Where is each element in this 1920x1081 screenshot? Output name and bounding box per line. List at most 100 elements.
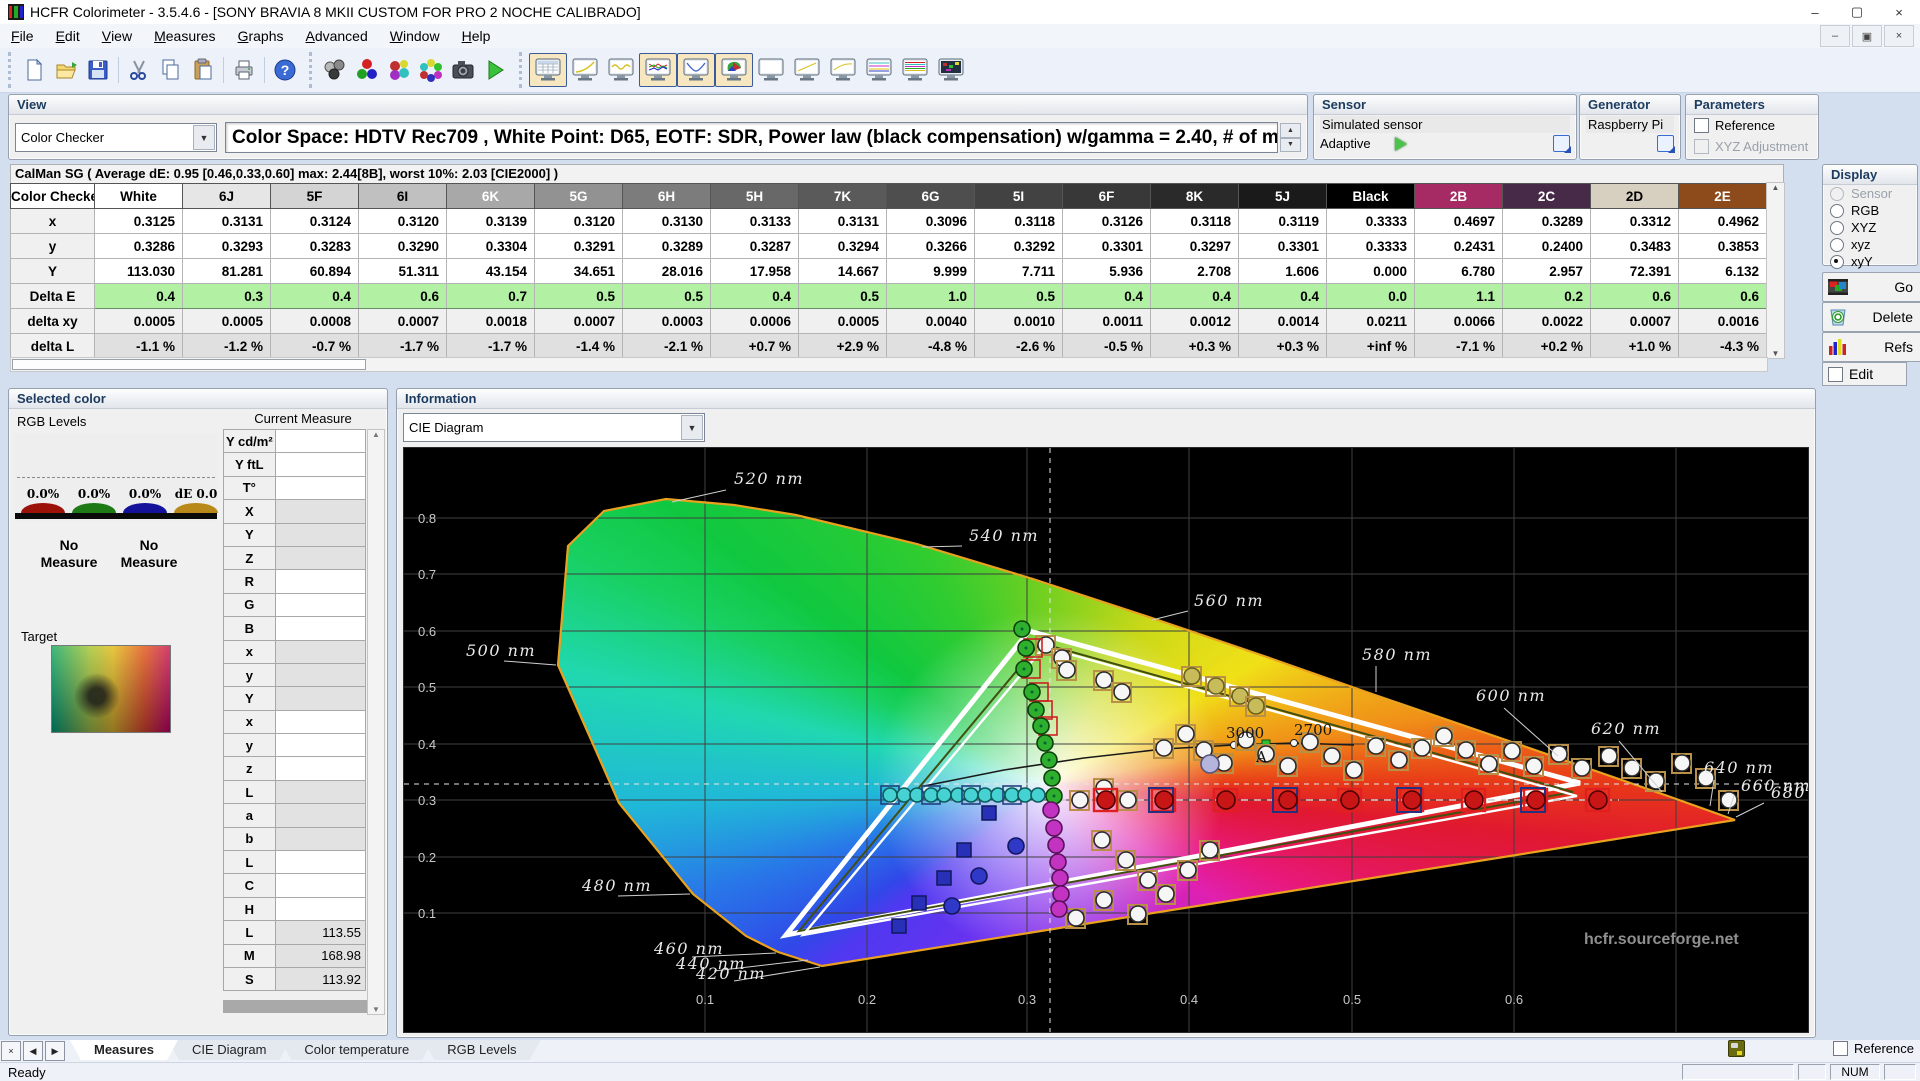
cell[interactable]: 0.3304 xyxy=(446,233,535,259)
cell[interactable]: 0.6 xyxy=(1678,283,1767,309)
cell[interactable]: +0.7 % xyxy=(710,333,799,359)
run-button[interactable] xyxy=(479,54,511,86)
cell[interactable]: -1.7 % xyxy=(446,333,535,359)
view-squiggle-button[interactable] xyxy=(603,54,639,86)
cell[interactable]: 0.4 xyxy=(1150,283,1239,309)
cell[interactable]: 0.3291 xyxy=(534,233,623,259)
cell[interactable]: 0.2 xyxy=(1502,283,1591,309)
cell[interactable]: 6.780 xyxy=(1414,258,1503,284)
cell[interactable]: -4.8 % xyxy=(886,333,975,359)
cell[interactable]: 0.3853 xyxy=(1678,233,1767,259)
cell[interactable]: 0.3118 xyxy=(974,208,1063,234)
cell[interactable]: 0.0010 xyxy=(974,308,1063,334)
sensor-run-icon[interactable] xyxy=(1394,136,1407,151)
display-option-rgb[interactable]: RGB xyxy=(1823,202,1917,219)
cell[interactable]: 17.958 xyxy=(710,258,799,284)
view-selector[interactable]: Color Checker ▼ xyxy=(15,123,217,152)
cell[interactable]: 0.0016 xyxy=(1678,308,1767,334)
cell[interactable]: 0.3301 xyxy=(1238,233,1327,259)
cell[interactable]: 0.3289 xyxy=(1502,208,1591,234)
cell[interactable]: 0.3293 xyxy=(182,233,271,259)
cell[interactable]: 0.0008 xyxy=(270,308,359,334)
cell[interactable]: 0.0007 xyxy=(1590,308,1679,334)
menu-graphs[interactable]: Graphs xyxy=(227,24,295,48)
param-reference[interactable]: Reference xyxy=(1686,115,1818,136)
mdi-restore-icon[interactable]: ▣ xyxy=(1852,25,1882,47)
cell[interactable]: -1.4 % xyxy=(534,333,623,359)
cell[interactable]: 0.3283 xyxy=(270,233,359,259)
cell[interactable]: 0.0005 xyxy=(798,308,887,334)
cell[interactable]: 0.3333 xyxy=(1326,233,1415,259)
cell[interactable]: 0.3118 xyxy=(1150,208,1239,234)
cell[interactable]: 0.0006 xyxy=(710,308,799,334)
view-dip-button[interactable] xyxy=(677,53,715,87)
menu-window[interactable]: Window xyxy=(379,24,451,48)
cell[interactable]: 1.0 xyxy=(886,283,975,309)
camera-button[interactable] xyxy=(447,54,479,86)
cell[interactable]: 0.6 xyxy=(358,283,447,309)
edit-checkbox[interactable] xyxy=(1828,366,1843,382)
rgb-balls-button[interactable] xyxy=(351,54,383,86)
cell[interactable]: 81.281 xyxy=(182,258,271,284)
cell[interactable]: 0.3130 xyxy=(622,208,711,234)
display-option-xyz[interactable]: XYZ xyxy=(1823,219,1917,236)
cell[interactable]: -0.5 % xyxy=(1062,333,1151,359)
cell[interactable]: 0.0066 xyxy=(1414,308,1503,334)
cell[interactable]: 0.2431 xyxy=(1414,233,1503,259)
color-balls-button[interactable] xyxy=(383,54,415,86)
cut-button[interactable] xyxy=(123,54,155,86)
cell[interactable]: 0.3301 xyxy=(1062,233,1151,259)
mdi-minimize-icon[interactable]: – xyxy=(1820,25,1850,47)
radio-button[interactable] xyxy=(1830,237,1844,252)
cell[interactable]: +inf % xyxy=(1326,333,1415,359)
cell[interactable]: 0.0040 xyxy=(886,308,975,334)
tab-cie-diagram[interactable]: CIE Diagram xyxy=(168,1040,290,1060)
cell[interactable]: 0.4 xyxy=(270,283,359,309)
cell[interactable]: 0.3 xyxy=(182,283,271,309)
cell[interactable]: +1.0 % xyxy=(1590,333,1679,359)
maximize-icon[interactable]: ▢ xyxy=(1836,0,1878,24)
cell[interactable]: 0.3120 xyxy=(358,208,447,234)
cell[interactable]: +0.3 % xyxy=(1150,333,1239,359)
view-stripes2-button[interactable] xyxy=(897,54,933,86)
cell[interactable]: 0.3266 xyxy=(886,233,975,259)
cell[interactable]: 0.5 xyxy=(974,283,1063,309)
reference-checkbox[interactable] xyxy=(1833,1041,1849,1056)
cell[interactable]: 51.311 xyxy=(358,258,447,284)
cell[interactable]: 0.3483 xyxy=(1590,233,1679,259)
radio-button[interactable] xyxy=(1830,203,1844,218)
cell[interactable]: 0.3125 xyxy=(94,208,183,234)
menu-view[interactable]: View xyxy=(91,24,143,48)
cell[interactable]: 0.3297 xyxy=(1150,233,1239,259)
cell[interactable]: 0.4 xyxy=(94,283,183,309)
cell[interactable]: 0.3290 xyxy=(358,233,447,259)
display-option-xyy[interactable]: xyY xyxy=(1823,253,1917,270)
cell[interactable]: 0.2400 xyxy=(1502,233,1591,259)
checkbox[interactable] xyxy=(1694,118,1709,133)
cell[interactable]: 0.3287 xyxy=(710,233,799,259)
radio-button[interactable] xyxy=(1830,254,1844,269)
cell[interactable]: 0.4 xyxy=(1238,283,1327,309)
notification-icon[interactable] xyxy=(1728,1040,1746,1057)
refs-button[interactable]: Refs xyxy=(1822,332,1920,362)
cell[interactable]: 9.999 xyxy=(886,258,975,284)
menu-edit[interactable]: Edit xyxy=(45,24,91,48)
cell[interactable]: 72.391 xyxy=(1590,258,1679,284)
cell[interactable]: 0.0018 xyxy=(446,308,535,334)
chevron-down-icon[interactable]: ▼ xyxy=(681,415,703,440)
minimize-icon[interactable]: – xyxy=(1794,0,1836,24)
cell[interactable]: -4.3 % xyxy=(1678,333,1767,359)
cell[interactable]: -0.7 % xyxy=(270,333,359,359)
view-curve-button[interactable] xyxy=(567,54,603,86)
cell[interactable]: 0.3294 xyxy=(798,233,887,259)
current-measure-scrollbar[interactable]: ▲ ▼ xyxy=(367,429,385,1015)
cell[interactable]: 6.132 xyxy=(1678,258,1767,284)
new-button[interactable] xyxy=(18,54,50,86)
cell[interactable]: 0.0022 xyxy=(1502,308,1591,334)
cell[interactable]: -1.7 % xyxy=(358,333,447,359)
view-blank-button[interactable] xyxy=(753,54,789,86)
cell[interactable]: 0.0005 xyxy=(94,308,183,334)
cell[interactable]: 0.0007 xyxy=(358,308,447,334)
save-button[interactable] xyxy=(82,54,114,86)
cell[interactable]: 0.4697 xyxy=(1414,208,1503,234)
